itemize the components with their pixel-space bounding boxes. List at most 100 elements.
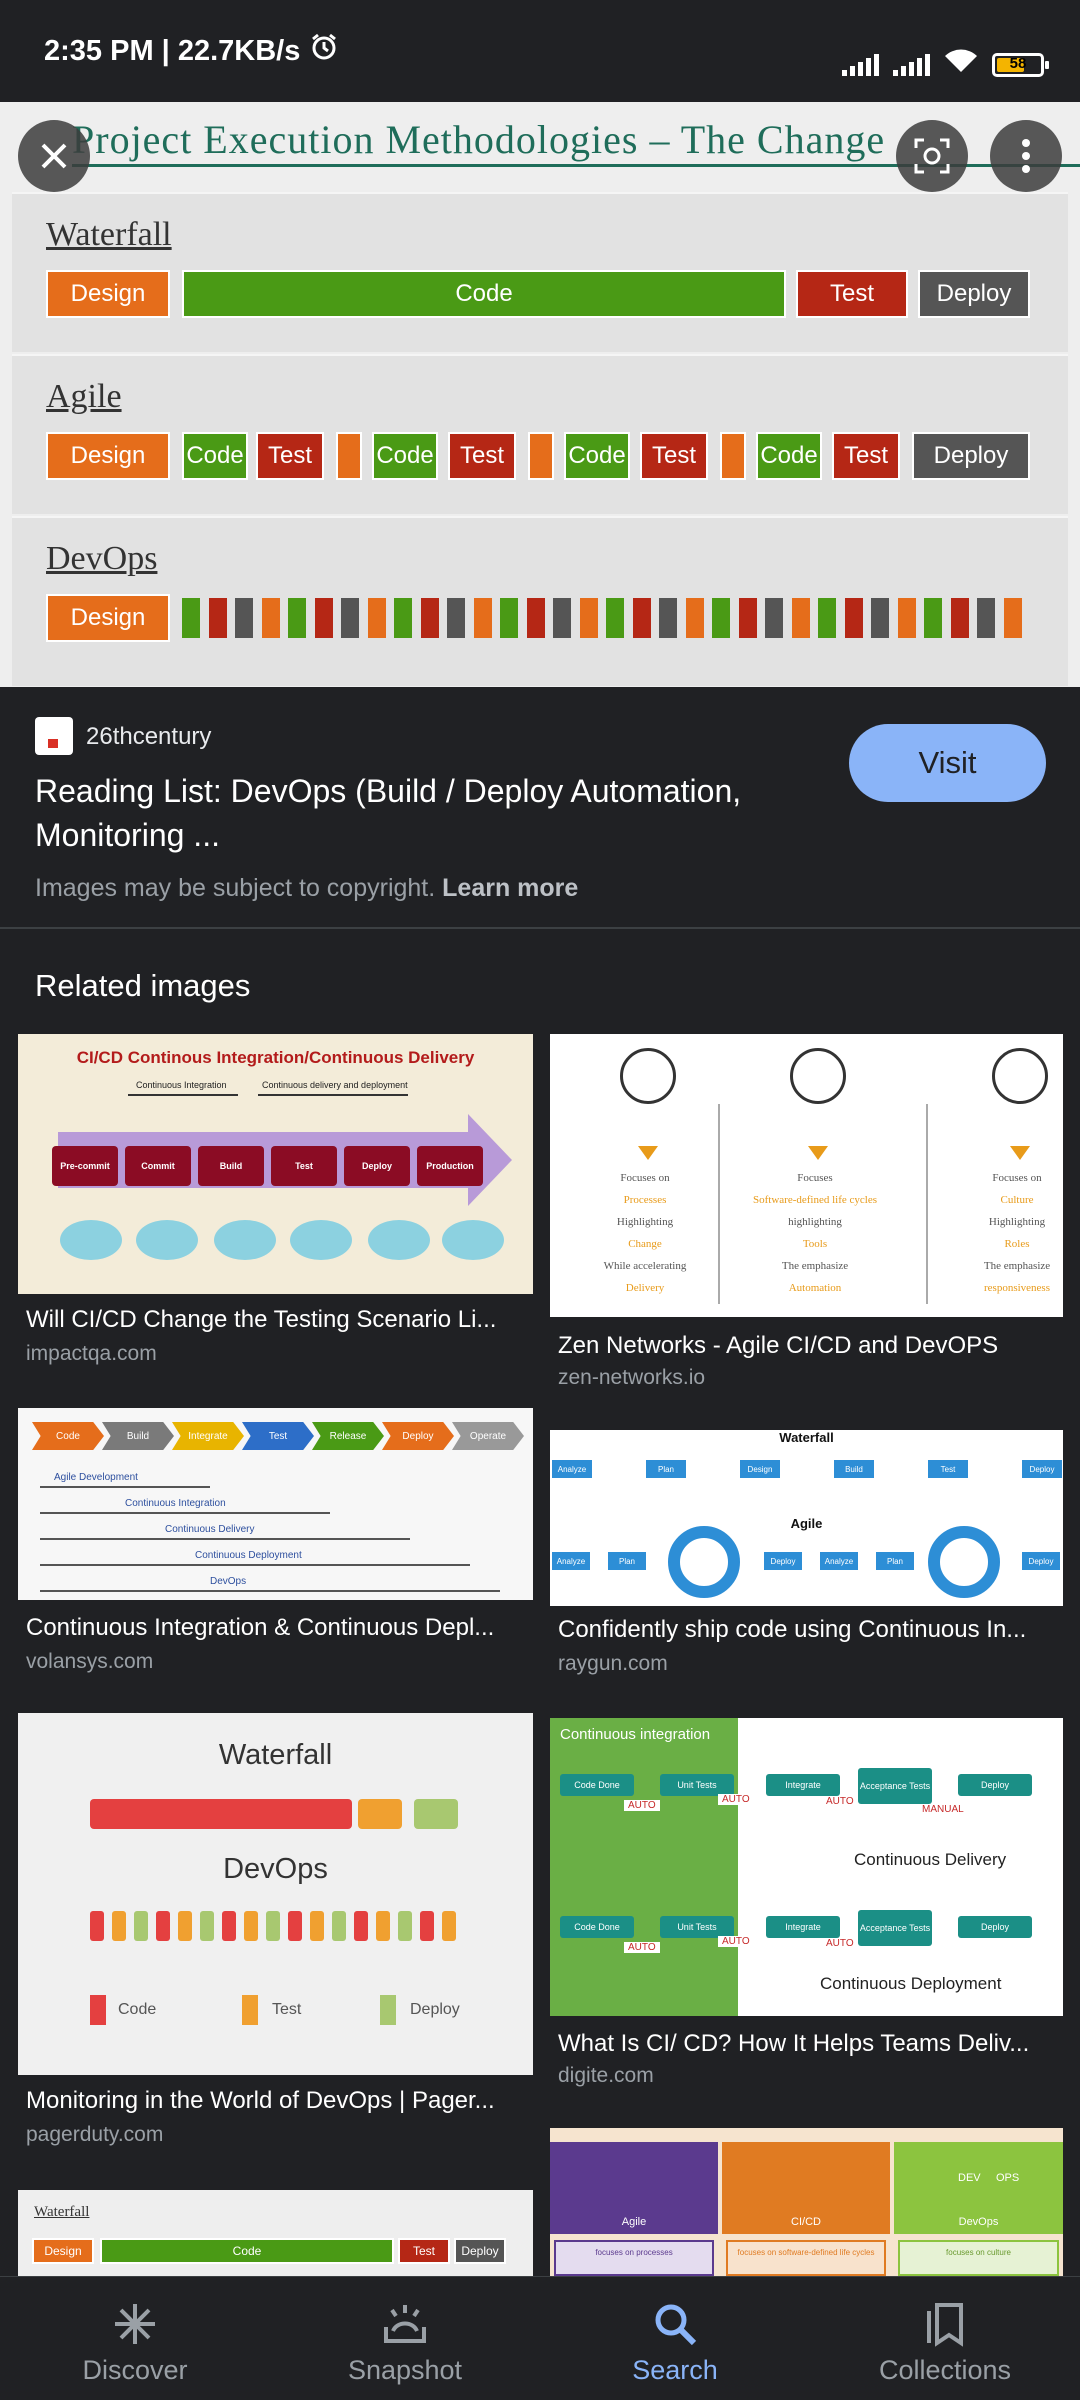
agile-test: Test (640, 432, 708, 480)
waterfall-track: Design Code Test Deploy (46, 270, 1034, 318)
related-title[interactable]: Will CI/CD Change the Testing Scenario L… (26, 1306, 533, 1334)
related-thumbnail[interactable]: Waterfall Design Code Test Deploy (18, 2190, 533, 2276)
divider (0, 927, 1080, 929)
related-title[interactable]: What Is CI/ CD? How It Helps Teams Deliv… (558, 2030, 1063, 2058)
thumb-text: Waterfall (779, 1430, 834, 1445)
zen-text: Delivery (625, 1282, 665, 1294)
legend-label: Code (118, 2001, 157, 2018)
down-arrow-icon (638, 1146, 658, 1160)
related-title[interactable]: Confidently ship code using Continuous I… (558, 1616, 1063, 1644)
zen-icon (992, 1048, 1048, 1104)
related-thumbnail[interactable]: Continuous integration Code Done Unit Tes… (550, 1718, 1063, 2016)
related-title[interactable]: Zen Networks - Agile CI/CD and DevOPS (558, 1332, 1063, 1360)
raygun-step: Plan (876, 1552, 914, 1570)
timeline-label: Agile Development (54, 1472, 138, 1483)
related-card[interactable]: Continuous integration Code Done Unit Tes… (550, 1718, 1063, 2094)
zen-text: Highlighting (988, 1216, 1046, 1228)
devops-stripe (897, 598, 916, 638)
devops-bar (354, 1911, 368, 1941)
devops-stripe (659, 598, 677, 638)
nav-snapshot[interactable]: Snapshot (270, 2277, 540, 2400)
related-thumbnail[interactable]: Code Build Integrate Test Release Deploy Opera… (18, 1408, 533, 1600)
raygun-step: Analyze (820, 1552, 858, 1570)
related-card[interactable]: CI/CD Continous Integration/Continuous D… (18, 1034, 533, 1365)
divider-line (926, 1104, 928, 1304)
related-card[interactable]: Agile CI/CD DevOps DEV OPS focuses on pr… (550, 2128, 1063, 2276)
devops-stripe (712, 598, 730, 638)
thumb-text: focuses on software-defined life cycles (737, 2248, 875, 2257)
legend-label: Deploy (410, 2001, 460, 2018)
source-title[interactable]: Reading List: DevOps (Build / Deploy Aut… (35, 769, 795, 857)
related-thumbnail[interactable]: Waterfall Agile Analyze Plan Design Build Te… (550, 1430, 1063, 1606)
related-card[interactable]: Focuses on Processes Highlighting Change Whi… (550, 1034, 1063, 1390)
related-title[interactable]: Continuous Integration & Continuous Depl… (26, 1614, 533, 1642)
thumb-text: focuses on culture (946, 2248, 1011, 2257)
nav-search[interactable]: Search (540, 2277, 810, 2400)
zen-text: Tools (802, 1238, 828, 1250)
section-label: Agile (46, 378, 122, 415)
learn-more-link[interactable]: Learn more (442, 874, 578, 902)
nav-collections[interactable]: Collections (810, 2277, 1080, 2400)
related-title[interactable]: Monitoring in the World of DevOps | Page… (26, 2087, 533, 2115)
related-card[interactable]: Code Build Integrate Test Release Deploy Opera… (18, 1408, 533, 1680)
close-button[interactable] (18, 120, 90, 192)
agile-code: Code (372, 432, 438, 480)
zen-text: The emphasize (781, 1260, 849, 1272)
down-arrow-icon (808, 1146, 828, 1160)
zen-text: While accelerating (603, 1260, 687, 1272)
auto-tag: AUTO (624, 1800, 660, 1811)
devops-stripe (420, 598, 439, 638)
raygun-step: Build (834, 1460, 874, 1478)
related-card[interactable]: Waterfall Agile Analyze Plan Design Build Te… (550, 1430, 1063, 1686)
digite-step: Deploy (958, 1916, 1032, 1938)
source-site[interactable]: 26thcentury (86, 723, 211, 751)
devops-bar (222, 1911, 236, 1941)
digite-step: Deploy (958, 1774, 1032, 1796)
devops-stripe (341, 598, 359, 638)
devops-stripe (500, 598, 518, 638)
zen-text: Processes (623, 1194, 667, 1206)
raygun-step: Analyze (552, 1552, 590, 1570)
search-icon (650, 2299, 700, 2349)
auto-tag: AUTO (624, 1942, 660, 1953)
devops-stripe (473, 598, 492, 638)
more-options-button[interactable] (990, 120, 1062, 192)
thumb-text: Continuous integration (560, 1726, 711, 1743)
related-card[interactable]: Waterfall Design Code Test Deploy (18, 2190, 533, 2276)
related-card[interactable]: Waterfall DevOps Code Test Deploy Monito… (18, 1713, 533, 2153)
devops-bar (332, 1911, 346, 1941)
agile-test: Test (448, 432, 516, 480)
devops-bar (90, 1911, 104, 1941)
devops-stripe (791, 598, 810, 638)
waterfall-design: Design (46, 270, 170, 318)
related-thumbnail[interactable]: Focuses on Processes Highlighting Change Whi… (550, 1034, 1063, 1317)
raygun-step: Deploy (1022, 1552, 1060, 1570)
related-thumbnail[interactable]: Waterfall DevOps Code Test Deploy (18, 1713, 533, 2075)
section-agile: Agile Design Code Test Code Test Code Te… (12, 354, 1068, 514)
agile-code: Code (182, 432, 248, 480)
pipeline-step: Test (271, 1146, 337, 1186)
agile-gap (720, 432, 746, 480)
tile-sub (898, 2240, 1059, 2276)
hero-image[interactable]: Project Execution Methodologies – The Ch… (0, 102, 1080, 687)
digite-step: Code Done (560, 1916, 634, 1938)
nav-discover[interactable]: Discover (0, 2277, 270, 2400)
thumb-text: focuses on processes (595, 2248, 673, 2257)
visit-button[interactable]: Visit (849, 724, 1046, 802)
cycle-ring (928, 1526, 1000, 1598)
source-panel: 26thcentury Reading List: DevOps (Build … (0, 687, 1080, 927)
agile-deploy: Deploy (912, 432, 1030, 480)
raygun-step: Plan (608, 1552, 646, 1570)
lens-button[interactable] (896, 120, 968, 192)
zen-text: Roles (1004, 1238, 1030, 1250)
timeline-line (40, 1486, 210, 1488)
related-thumbnail[interactable]: Agile CI/CD DevOps DEV OPS focuses on pr… (550, 2128, 1063, 2276)
nav-label: Search (632, 2355, 718, 2385)
devops-stripe (288, 598, 306, 638)
related-thumbnail[interactable]: CI/CD Continous Integration/Continuous D… (18, 1034, 533, 1294)
auto-tag: AUTO (718, 1794, 754, 1805)
bar: Code (100, 2238, 394, 2264)
devops-bar (112, 1911, 126, 1941)
related-domain: raygun.com (558, 1652, 668, 1675)
stage-chevron: Build (102, 1422, 174, 1450)
